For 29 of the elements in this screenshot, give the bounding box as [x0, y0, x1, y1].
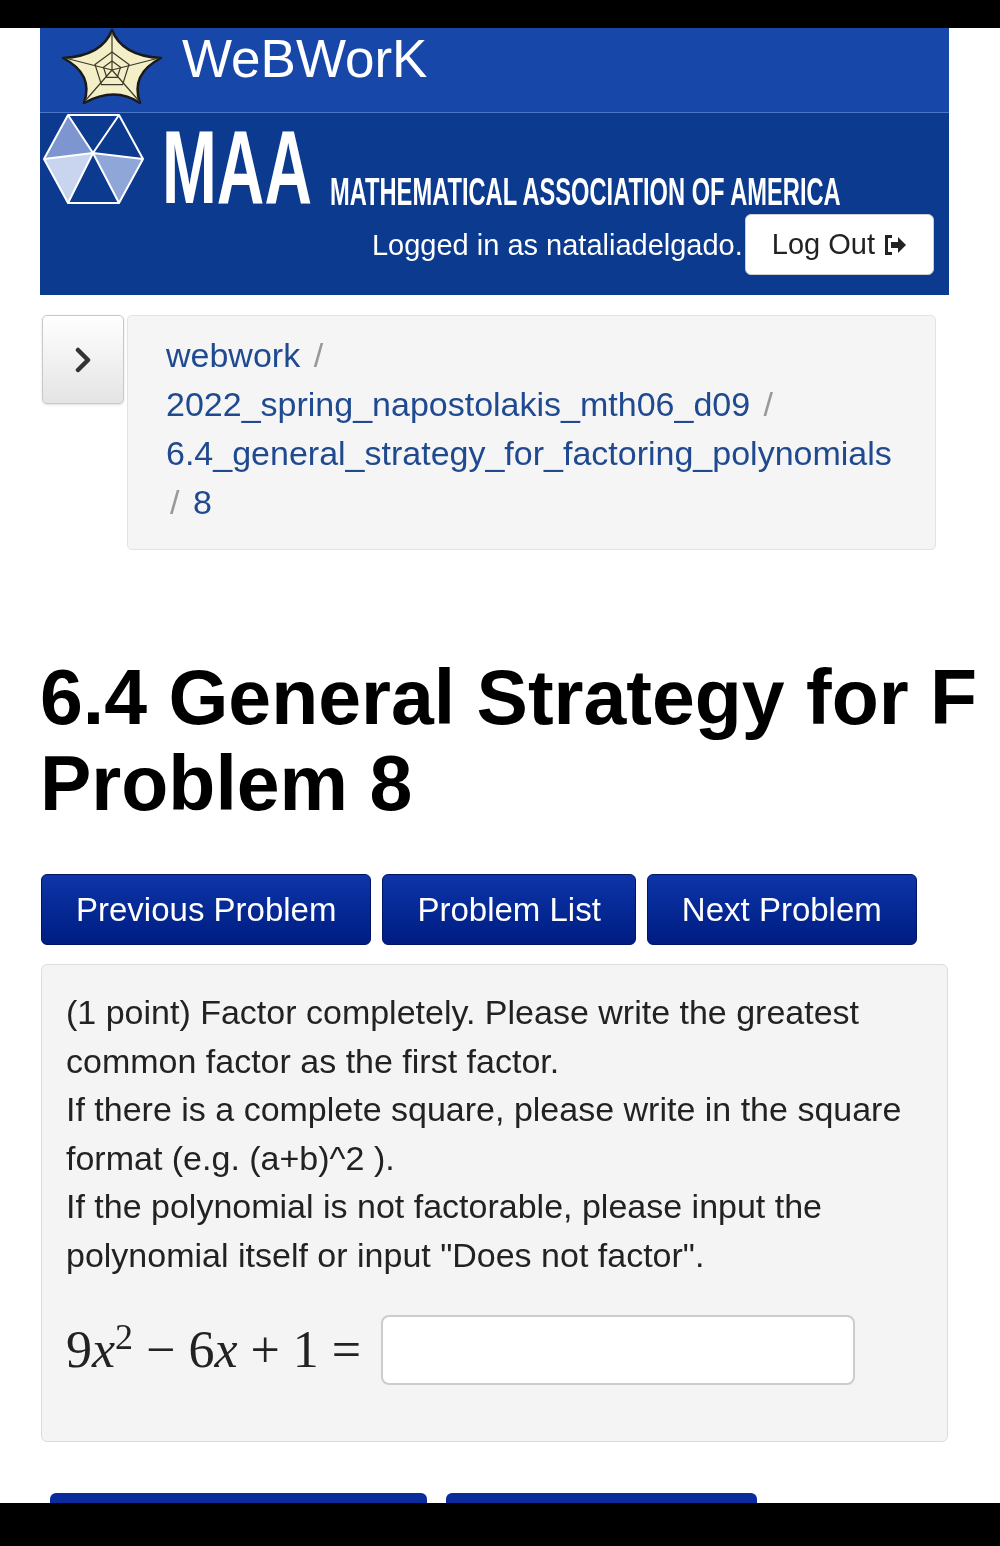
organization-acronym: MAA — [162, 127, 312, 207]
nav-button[interactable]: Next Problem — [646, 874, 917, 945]
cut-off-button[interactable] — [446, 1493, 757, 1503]
page-title: 6.4 General Strategy for F — [40, 654, 978, 740]
answer-field[interactable] — [381, 1315, 856, 1385]
problem-text: If the polynomial is not factorable, please input the polynomial itself or input "Does not factor". — [66, 1186, 824, 1276]
sign-out-icon — [883, 233, 907, 256]
problem-text: (1 point) Factor completely. Please write the greatest common factor as the first factor. — [66, 992, 861, 1082]
breadcrumb-link[interactable]: webwork — [166, 336, 301, 374]
organization-name: MATHEMATICAL ASSOCIATION OF AMERICA — [330, 178, 841, 206]
cut-off-button[interactable] — [50, 1493, 427, 1503]
polyhedron-logo-icon — [42, 113, 145, 205]
chevron-right-icon — [74, 346, 92, 373]
breadcrumb-link[interactable]: 2022_spring_napostolakis_mth06_d09 — [166, 385, 751, 423]
math-equation: 9x$^{2}$ − 6x + 1 = — [66, 1320, 362, 1380]
breadcrumb-toggle[interactable] — [42, 315, 124, 404]
breadcrumb-link[interactable]: 8 — [192, 483, 212, 521]
breadcrumb-separator: / — [762, 385, 774, 423]
breadcrumb-separator: / — [312, 336, 325, 374]
brand-title: WeBWorK — [182, 31, 428, 86]
nav-button[interactable]: Previous Problem — [41, 874, 372, 945]
breadcrumb-separator: / — [169, 483, 181, 521]
problem-text: If there is a complete square, please write in the square format (e.g. (a+b)^2 ). — [66, 1089, 903, 1179]
star-logo-icon — [60, 28, 165, 105]
breadcrumb-link[interactable]: 6.4_general_strategy_for_factoring_polynomials — [166, 434, 892, 472]
nav-button[interactable]: Problem List — [382, 874, 636, 945]
logout-button[interactable]: Log Out — [744, 214, 934, 275]
login-status: Logged in as nataliadelgado. — [371, 227, 743, 263]
page-title: Problem 8 — [40, 740, 413, 826]
